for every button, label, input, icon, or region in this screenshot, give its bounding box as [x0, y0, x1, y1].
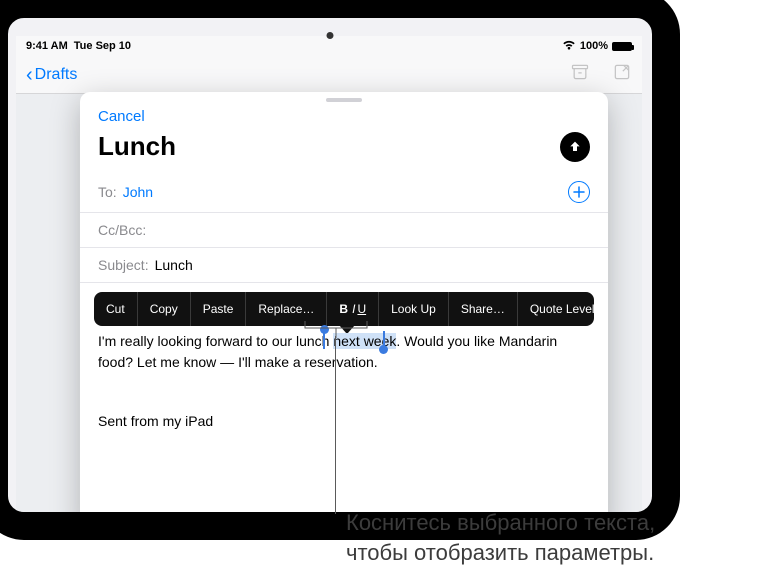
archive-icon[interactable] — [570, 62, 590, 87]
status-time: 9:41 AM — [26, 40, 68, 52]
body-before: I'm really looking forward to our lunch — [98, 333, 333, 349]
add-contact-button[interactable] — [568, 181, 590, 203]
caption: Коснитесь выбранного текста, чтобы отобр… — [346, 508, 763, 567]
battery-pct: 100% — [580, 40, 608, 52]
subject-value: Lunch — [155, 257, 193, 273]
caption-line2: чтобы отобразить параметры. — [346, 538, 763, 568]
subject-row[interactable]: Subject: Lunch — [80, 248, 608, 283]
status-bar: 9:41 AM Tue Sep 10 100% — [16, 36, 642, 56]
back-label: Drafts — [35, 66, 78, 84]
mail-nav-bar: ‹ Drafts — [16, 56, 642, 94]
compose-icon[interactable] — [612, 62, 632, 87]
subject-label: Subject: — [98, 257, 149, 273]
ccbcc-row[interactable]: Cc/Bcc: — [80, 213, 608, 248]
signature: Sent from my iPad — [98, 411, 590, 432]
selection-stick-end — [383, 331, 385, 349]
to-label: To: — [98, 184, 117, 200]
wifi-icon — [562, 40, 576, 53]
battery-icon — [612, 42, 632, 51]
compose-modal: Cancel Lunch To: John Cc/Bcc: Subject: — [80, 92, 608, 512]
screen: 9:41 AM Tue Sep 10 100% ‹ Drafts — [16, 36, 642, 512]
back-button[interactable]: ‹ Drafts — [26, 65, 77, 85]
ccbcc-label: Cc/Bcc: — [98, 222, 146, 238]
caption-line1: Коснитесь выбранного текста, — [346, 508, 763, 538]
body-paragraph[interactable]: I'm really looking forward to our lunch … — [98, 331, 590, 373]
ipad-frame: 9:41 AM Tue Sep 10 100% ‹ Drafts — [0, 0, 680, 540]
camera-dot — [327, 32, 334, 39]
to-row[interactable]: To: John — [80, 172, 608, 213]
email-body[interactable]: I'm really looking forward to our lunch … — [80, 283, 608, 512]
to-value[interactable]: John — [123, 184, 153, 200]
email-title: Lunch — [98, 131, 176, 162]
send-button[interactable] — [560, 132, 590, 162]
cancel-button[interactable]: Cancel — [98, 108, 145, 125]
chevron-left-icon: ‹ — [26, 65, 33, 85]
selection-stick-start — [323, 331, 325, 349]
status-date: Tue Sep 10 — [74, 40, 131, 52]
